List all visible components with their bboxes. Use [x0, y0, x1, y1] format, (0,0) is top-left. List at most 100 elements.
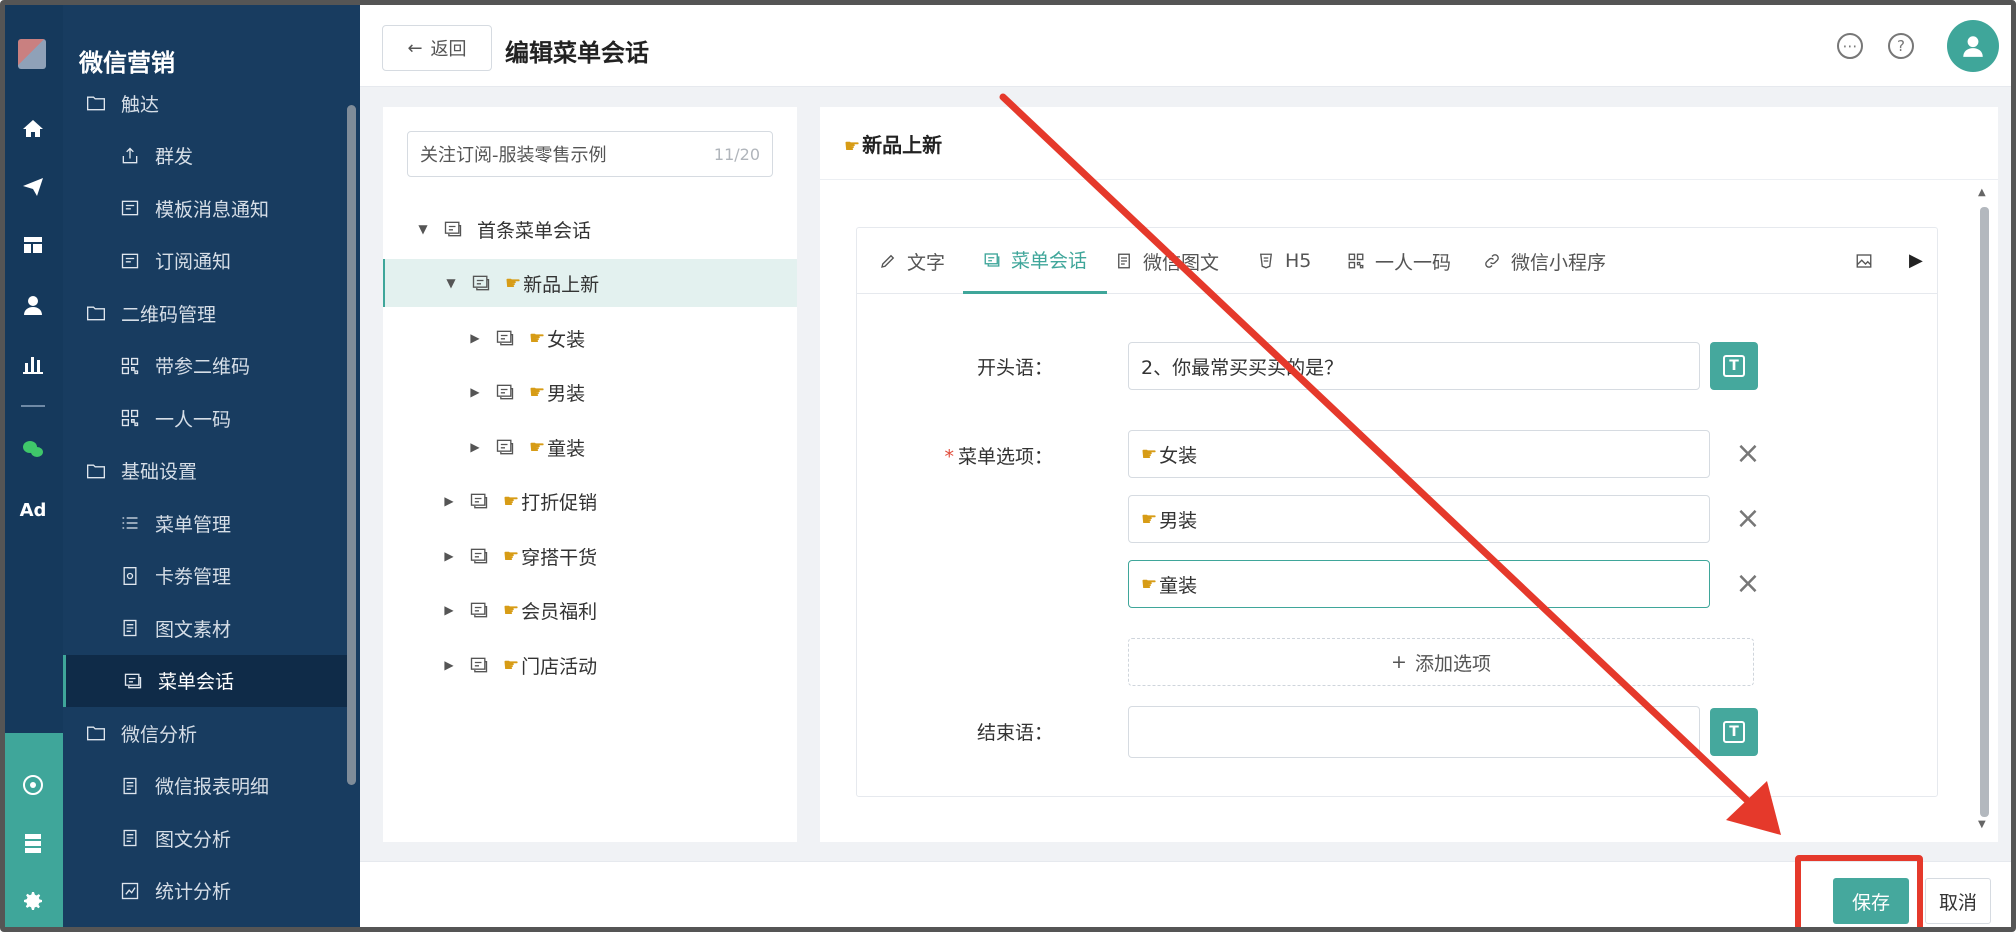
tab-1[interactable]: 文字 [879, 228, 945, 294]
insert-text-button[interactable]: T [1710, 342, 1758, 390]
sidebar-item[interactable]: 二维码管理 [63, 287, 347, 339]
tree-node[interactable]: ▶ ☛ 穿搭干货 [383, 532, 797, 580]
sidebar-item[interactable]: 菜单会话 [63, 654, 347, 707]
tree-node[interactable]: ▼ 首条菜单会话 [383, 205, 797, 253]
sidebar-item[interactable]: 基础设置 [63, 445, 347, 497]
tab-6[interactable]: 微信小程序 [1483, 228, 1606, 294]
sidebar-item[interactable]: 触达 [63, 77, 347, 129]
add-option-button[interactable]: + 添加选项 [1128, 638, 1754, 686]
chat-menu-icon [122, 670, 144, 692]
pointing-hand-icon: ☛ [1141, 573, 1158, 595]
expand-caret-icon[interactable]: ▼ [441, 276, 461, 290]
expand-caret-icon[interactable]: ▶ [439, 494, 459, 508]
sidebar-item[interactable]: 带参二维码 [63, 340, 347, 392]
folder-icon [85, 302, 107, 324]
ending-input[interactable] [1128, 706, 1700, 758]
pointing-hand-icon: ☛ [529, 436, 546, 458]
sidebar-item[interactable]: 图文分析 [63, 812, 347, 864]
opening-input[interactable]: 2、你最常买买买的是？ [1128, 342, 1700, 390]
expand-caret-icon[interactable]: ▶ [439, 549, 459, 563]
sidebar-item[interactable]: 图文素材 [63, 602, 347, 654]
session-name-value: 关注订阅-服装零售示例 [420, 145, 607, 166]
menu-option-value: 男装 [1159, 509, 1198, 532]
message-card-icon [119, 197, 141, 219]
help-icon[interactable]: ? [1888, 33, 1914, 59]
scroll-up-icon[interactable]: ▲ [1978, 187, 1986, 198]
remove-option-icon[interactable]: × [1734, 439, 1762, 469]
tree-node-label: 女装 [547, 328, 586, 351]
tree-node[interactable]: ▶ ☛ 打折促销 [383, 477, 797, 525]
pointing-hand-icon: ☛ [503, 545, 520, 567]
reply-type-tabs: 文字 菜单会话 微信图文 H5 一人一码 微信小程序 ▶ [857, 228, 1937, 294]
menu-option-input[interactable]: ☛ 男装 [1128, 495, 1710, 543]
sidebar-item[interactable]: 卡劵管理 [63, 550, 347, 602]
user-icon[interactable] [19, 293, 47, 321]
tree-node-label: 新品上新 [523, 273, 600, 296]
tab-4[interactable]: H5 [1257, 228, 1311, 294]
tab-2[interactable]: 菜单会话 [963, 228, 1108, 294]
expand-caret-icon[interactable]: ▶ [439, 603, 459, 617]
session-name-input[interactable]: 关注订阅-服装零售示例 11/20 [407, 131, 773, 177]
tree-node-label: 门店活动 [521, 655, 598, 678]
sidebar-item[interactable]: 模板消息通知 [63, 182, 347, 234]
chat-bubble-icon[interactable]: ⋯ [1837, 33, 1863, 59]
bar-chart-icon[interactable] [19, 351, 47, 379]
remove-option-icon[interactable]: × [1734, 504, 1762, 534]
expand-caret-icon[interactable]: ▶ [465, 440, 485, 454]
editor-scrollbar[interactable] [1980, 207, 1989, 817]
server-icon[interactable] [19, 831, 47, 859]
sidebar-item-label: 图文分析 [155, 828, 232, 851]
send-icon[interactable] [19, 175, 47, 203]
tree-node[interactable]: ▶ ☛ 童装 [383, 423, 797, 471]
sidebar-item[interactable]: 订阅通知 [63, 235, 347, 287]
back-button[interactable]: ← 返回 [382, 25, 492, 71]
sidebar-scrollbar[interactable] [347, 105, 356, 785]
tree-node[interactable]: ▶ ☛ 女装 [383, 314, 797, 362]
pointing-hand-icon: ☛ [529, 327, 546, 349]
tree-node[interactable]: ▼ ☛ 新品上新 [383, 259, 797, 307]
tab-overflow[interactable] [1855, 228, 1873, 294]
analytics-icon[interactable] [19, 773, 47, 801]
sidebar-item-label: 菜单会话 [158, 671, 235, 693]
qrcode-icon [119, 355, 141, 377]
document-icon [119, 827, 141, 849]
editor-panel: ☛ 新品上新 文字 菜单会话 微信图文 H5 一人一码 微信小程序 ▶ 开头语： 2、你最常… [820, 107, 1998, 842]
qrcode-icon [1348, 253, 1364, 269]
sidebar-item[interactable]: 微信报表明细 [63, 760, 347, 812]
expand-caret-icon[interactable]: ▶ [465, 331, 485, 345]
cancel-button[interactable]: 取消 [1925, 878, 1991, 924]
ad-icon[interactable]: Ad [19, 497, 47, 525]
reply-editor-card: 文字 菜单会话 微信图文 H5 一人一码 微信小程序 ▶ 开头语： 2、你最常买买买的是？… [856, 227, 1938, 797]
insert-text-button[interactable]: T [1710, 708, 1758, 756]
tree-node[interactable]: ▶ ☛ 门店活动 [383, 641, 797, 689]
home-icon[interactable] [19, 117, 47, 145]
sidebar-item-label: 订阅通知 [155, 251, 232, 273]
remove-option-icon[interactable]: × [1734, 569, 1762, 599]
expand-caret-icon[interactable]: ▼ [413, 222, 433, 236]
sidebar-item[interactable]: 菜单管理 [63, 497, 347, 549]
chat-menu-icon [495, 382, 515, 402]
dashboard-icon[interactable] [19, 233, 47, 261]
sidebar-item[interactable]: 微信分析 [63, 707, 347, 759]
document-icon [1118, 253, 1130, 269]
wechat-icon[interactable] [19, 437, 47, 465]
highlight-box [1795, 855, 1923, 927]
menu-option-input[interactable]: ☛ 童装 [1128, 560, 1710, 608]
tabs-scroll-right-icon[interactable]: ▶ [1909, 250, 1923, 271]
tab-3[interactable]: 微信图文 [1115, 228, 1219, 294]
menu-option-input[interactable]: ☛ 女装 [1128, 430, 1710, 478]
avatar[interactable] [1947, 20, 1999, 72]
tree-node[interactable]: ▶ ☛ 男装 [383, 368, 797, 416]
gear-icon[interactable] [19, 889, 47, 917]
sidebar-item[interactable]: 一人一码 [63, 392, 347, 444]
tab-5[interactable]: 一人一码 [1347, 228, 1451, 294]
required-mark: * [944, 446, 954, 468]
expand-caret-icon[interactable]: ▶ [465, 385, 485, 399]
sidebar-item[interactable]: 群发 [63, 130, 347, 182]
sidebar-item-label: 统计分析 [155, 881, 232, 903]
pointing-hand-icon: ☛ [505, 272, 522, 294]
sidebar-item[interactable]: 统计分析 [63, 865, 347, 917]
scroll-down-icon[interactable]: ▼ [1978, 819, 1986, 830]
tree-node[interactable]: ▶ ☛ 会员福利 [383, 586, 797, 634]
expand-caret-icon[interactable]: ▶ [439, 658, 459, 672]
